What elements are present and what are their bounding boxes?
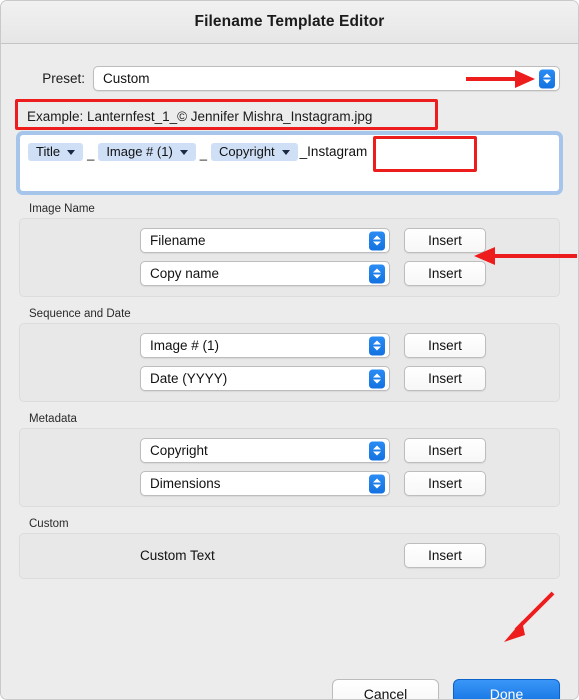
cancel-button[interactable]: Cancel xyxy=(332,679,439,699)
insert-button-image-number[interactable]: Insert xyxy=(404,333,486,358)
group-row: Dimensions Insert xyxy=(20,471,559,496)
insert-button-dimensions[interactable]: Insert xyxy=(404,471,486,496)
chevron-down-icon[interactable] xyxy=(281,149,290,155)
page-title: Filename Template Editor xyxy=(194,13,385,30)
example-filename-text: Example: Lanternfest_1_© Jennifer Mishra… xyxy=(27,108,373,124)
up-down-stepper-icon[interactable] xyxy=(369,336,385,355)
preset-dropdown[interactable]: Custom xyxy=(93,66,560,91)
preset-dropdown-value: Custom xyxy=(103,71,150,86)
filename-template-editor-window: Filename Template Editor Preset: Custom … xyxy=(0,0,579,700)
section-image-name-box: Filename Insert Copy name Insert xyxy=(19,218,560,297)
image-name-dropdown-1-value: Filename xyxy=(150,233,206,248)
sequence-dropdown-2[interactable]: Date (YYYY) xyxy=(140,366,390,391)
title-bar: Filename Template Editor xyxy=(1,1,578,44)
chevron-down-icon[interactable] xyxy=(179,149,188,155)
image-name-dropdown-2[interactable]: Copy name xyxy=(140,261,390,286)
section-sequence-and-date: Sequence and Date Image # (1) Insert Dat… xyxy=(19,308,560,402)
insert-button-copy-name[interactable]: Insert xyxy=(404,261,486,286)
token-separator: _ xyxy=(199,146,208,161)
done-button[interactable]: Done xyxy=(453,679,560,699)
example-row: Example: Lanternfest_1_© Jennifer Mishra… xyxy=(19,105,560,127)
section-metadata: Metadata Copyright Insert Dimensions Ins… xyxy=(19,413,560,507)
insert-button-date[interactable]: Insert xyxy=(404,366,486,391)
metadata-dropdown-1-value: Copyright xyxy=(150,443,208,458)
dialog-footer: Cancel Done xyxy=(332,679,560,699)
group-row: Filename Insert xyxy=(20,228,559,253)
token-copyright[interactable]: Copyright xyxy=(211,142,298,161)
section-custom-title: Custom xyxy=(29,518,69,530)
image-name-dropdown-2-value: Copy name xyxy=(150,266,220,281)
sequence-dropdown-2-value: Date (YYYY) xyxy=(150,371,228,386)
section-image-name-title: Image Name xyxy=(29,203,95,215)
up-down-stepper-icon[interactable] xyxy=(369,369,385,388)
insert-button-filename[interactable]: Insert xyxy=(404,228,486,253)
token-separator: _ xyxy=(87,146,95,161)
up-down-stepper-icon[interactable] xyxy=(539,69,555,88)
token-line: Title _ Image # (1) _ Copyright _Instagr… xyxy=(28,142,367,161)
group-row: Copyright Insert xyxy=(20,438,559,463)
token-image-number[interactable]: Image # (1) xyxy=(98,142,196,161)
preset-row: Preset: Custom xyxy=(19,66,560,91)
section-sequence-and-date-box: Image # (1) Insert Date (YYYY) Insert xyxy=(19,323,560,402)
dialog-content: Preset: Custom Example: Lanternfest_1_© … xyxy=(1,66,578,699)
up-down-stepper-icon[interactable] xyxy=(369,474,385,493)
group-row: Date (YYYY) Insert xyxy=(20,366,559,391)
sequence-dropdown-1[interactable]: Image # (1) xyxy=(140,333,390,358)
token-copyright-label: Copyright xyxy=(219,144,275,159)
group-row: Image # (1) Insert xyxy=(20,333,559,358)
sequence-dropdown-1-value: Image # (1) xyxy=(150,338,220,353)
chevron-down-icon[interactable] xyxy=(67,149,76,155)
token-image-number-label: Image # (1) xyxy=(106,144,173,159)
image-name-dropdown-1[interactable]: Filename xyxy=(140,228,390,253)
metadata-dropdown-2[interactable]: Dimensions xyxy=(140,471,390,496)
insert-button-copyright[interactable]: Insert xyxy=(404,438,486,463)
section-metadata-box: Copyright Insert Dimensions Insert xyxy=(19,428,560,507)
section-metadata-title: Metadata xyxy=(29,413,77,425)
section-custom-box: Custom Text Insert xyxy=(19,533,560,579)
metadata-dropdown-2-value: Dimensions xyxy=(150,476,221,491)
custom-text-label: Custom Text xyxy=(140,548,215,563)
up-down-stepper-icon[interactable] xyxy=(369,441,385,460)
custom-row: Custom Text Insert xyxy=(20,543,559,568)
group-row: Copy name Insert xyxy=(20,261,559,286)
token-title[interactable]: Title xyxy=(28,142,84,161)
section-image-name: Image Name Filename Insert Copy name Ins… xyxy=(19,203,560,297)
section-custom: Custom Custom Text Insert xyxy=(19,518,560,579)
metadata-dropdown-1[interactable]: Copyright xyxy=(140,438,390,463)
template-token-field[interactable]: Title _ Image # (1) _ Copyright _Instagr… xyxy=(19,134,560,192)
section-sequence-and-date-title: Sequence and Date xyxy=(29,308,131,320)
token-title-label: Title xyxy=(36,144,61,159)
up-down-stepper-icon[interactable] xyxy=(369,231,385,250)
template-literal-text[interactable]: _Instagram xyxy=(298,144,368,159)
insert-button-custom-text[interactable]: Insert xyxy=(404,543,486,568)
preset-label: Preset: xyxy=(42,71,85,86)
up-down-stepper-icon[interactable] xyxy=(369,264,385,283)
